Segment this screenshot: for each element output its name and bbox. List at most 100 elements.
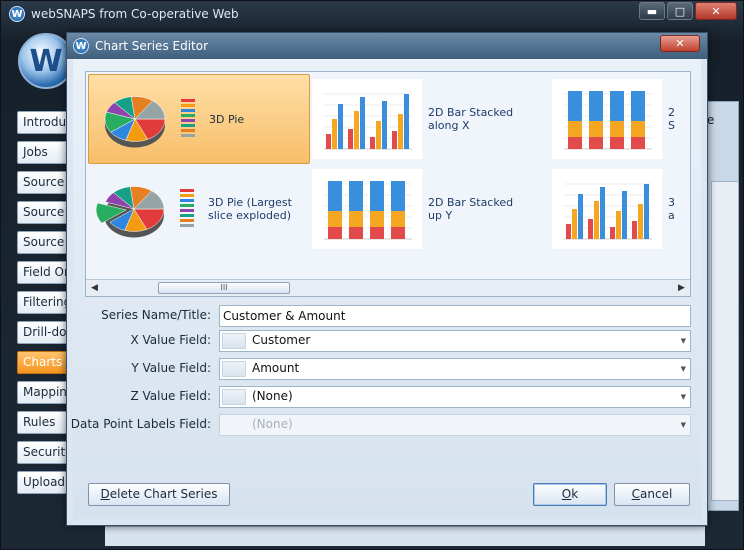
x-value-row: X Value Field: Customer ▼ (73, 330, 691, 352)
y-value-dropdown[interactable]: Amount ▼ (219, 358, 691, 380)
x-value-label: X Value Field: (130, 333, 211, 347)
sidebar-item-mapping[interactable]: Mapping (17, 381, 73, 404)
x-color-swatch (222, 333, 246, 349)
bar (610, 227, 615, 239)
sidebar-item-source-f[interactable]: Source F (17, 231, 73, 254)
bar (332, 119, 337, 149)
bar (588, 219, 593, 239)
delete-chart-series-button[interactable]: Delete Chart Series (88, 483, 230, 506)
chart-type-tile-bar3d[interactable]: 3 a (548, 164, 690, 254)
chart-type-tile-pie-exploded[interactable]: 3D Pie (Largest slice exploded) (88, 164, 310, 254)
dialog-body: 3 a 2D Bar Stacked up Y 3D Pie (Largest sl… (70, 59, 701, 519)
bar (566, 224, 571, 239)
bar (338, 104, 343, 149)
chart-thumbnail (312, 169, 422, 249)
chart-type-label: 3 a (668, 196, 675, 222)
bar (370, 137, 375, 149)
bar (398, 114, 403, 149)
bar (638, 204, 643, 239)
app-icon: W (9, 6, 25, 22)
sidebar-item-security[interactable]: Security (17, 441, 73, 464)
dialog-title-bar: W Chart Series Editor ✕ (67, 33, 707, 59)
chart-type-label: 2D Bar Stacked along X (428, 106, 514, 132)
chevron-down-icon: ▼ (680, 421, 686, 429)
chevron-down-icon[interactable]: ▼ (681, 393, 686, 401)
chart-type-tile-pie[interactable]: 3D Pie (88, 74, 310, 164)
data-point-labels-label: Data Point Labels Field: (70, 417, 211, 431)
minimize-button[interactable]: ▬ (639, 2, 665, 20)
chart-thumbnail (93, 79, 203, 159)
gallery-horizontal-scrollbar[interactable]: ◀ III ▶ (86, 279, 690, 296)
chart-thumbnail (552, 79, 662, 159)
chart-type-gallery: 3 a 2D Bar Stacked up Y 3D Pie (Largest sl… (85, 71, 691, 297)
bar (392, 131, 397, 149)
y-value-row: Y Value Field: Amount ▼ (73, 358, 691, 380)
bar (382, 101, 387, 149)
dialog-title: Chart Series Editor (95, 39, 209, 53)
data-point-labels-dropdown: (None) ▼ (219, 414, 691, 436)
main-title-bar: W webSNAPS from Co-operative Web (9, 5, 239, 23)
bar (376, 121, 381, 149)
y-value-text: Amount (252, 361, 300, 375)
bottom-strip (105, 526, 705, 546)
series-name-input[interactable]: Customer & Amount (219, 305, 691, 327)
z-value-dropdown[interactable]: (None) ▼ (219, 386, 691, 408)
chart-type-tile-stack[interactable]: 2D Bar Stacked up Y (308, 164, 530, 254)
window-controls: ▬ □ ✕ (639, 2, 737, 20)
side-nav: Introduc Jobs Source D Source C Source F Fiel… (17, 111, 73, 501)
series-name-row: Series Name/Title: Customer & Amount (73, 305, 691, 327)
chart-type-label: 2D Bar Stacked up Y (428, 196, 514, 222)
right-panel-text: e (707, 113, 715, 127)
ok-button[interactable]: Ok (533, 483, 607, 506)
sidebar-item-rules[interactable]: Rules (17, 411, 73, 434)
data-point-labels-row: Data Point Labels Field: (None) ▼ (70, 414, 691, 436)
bar (594, 201, 599, 239)
chart-type-tile-stack[interactable]: 2 S (548, 74, 690, 164)
chart-thumbnail (92, 169, 202, 249)
dialog-app-icon: W (73, 38, 89, 54)
close-button[interactable]: ✕ (695, 2, 737, 20)
bar (404, 94, 409, 149)
sidebar-item-source-d[interactable]: Source D (17, 171, 73, 194)
x-value-dropdown[interactable]: Customer ▼ (219, 330, 691, 352)
bar (632, 221, 637, 239)
cancel-button[interactable]: Cancel (614, 483, 690, 506)
bar (348, 129, 353, 149)
scroll-right-icon[interactable]: ▶ (673, 280, 690, 296)
scroll-left-icon[interactable]: ◀ (86, 280, 103, 296)
chart-thumbnail (552, 169, 662, 249)
bar (622, 191, 627, 239)
chart-series-editor-dialog: W Chart Series Editor ✕ 3 a 2D Bar Stacke… (66, 32, 708, 526)
z-color-swatch (222, 389, 246, 405)
z-value-row: Z Value Field: (None) ▼ (73, 386, 691, 408)
sidebar-item-filtering[interactable]: Filtering (17, 291, 73, 314)
bar (578, 194, 583, 239)
bar (644, 184, 649, 239)
chart-type-tile-bar[interactable]: 2D Bar Stacked along X (308, 74, 530, 164)
chevron-down-icon[interactable]: ▼ (681, 337, 686, 345)
chart-thumbnail (312, 79, 422, 159)
sidebar-item-drill-dow[interactable]: Drill-dow (17, 321, 73, 344)
bar (354, 111, 359, 149)
data-point-labels-text: (None) (252, 417, 293, 431)
sidebar-item-introduc[interactable]: Introduc (17, 111, 73, 134)
chart-type-label: 3D Pie (Largest slice exploded) (208, 196, 292, 222)
scroll-thumb[interactable]: III (158, 282, 290, 294)
series-name-label: Series Name/Title: (101, 308, 211, 322)
z-value-label: Z Value Field: (130, 389, 211, 403)
sidebar-item-jobs[interactable]: Jobs (17, 141, 73, 164)
sidebar-item-source-c[interactable]: Source C (17, 201, 73, 224)
sidebar-item-charts[interactable]: Charts (17, 351, 73, 374)
chevron-down-icon[interactable]: ▼ (681, 365, 686, 373)
sidebar-item-upload[interactable]: Upload (17, 471, 73, 494)
bar (616, 211, 621, 239)
sidebar-item-field-ord[interactable]: Field Ord (17, 261, 73, 284)
maximize-button[interactable]: □ (667, 2, 693, 20)
dialog-close-button[interactable]: ✕ (660, 35, 700, 52)
bar (600, 187, 605, 239)
x-value-text: Customer (252, 333, 311, 347)
chart-type-label: 2 S (668, 106, 675, 132)
y-color-swatch (222, 361, 246, 377)
z-value-text: (None) (252, 389, 293, 403)
y-value-label: Y Value Field: (131, 361, 211, 375)
